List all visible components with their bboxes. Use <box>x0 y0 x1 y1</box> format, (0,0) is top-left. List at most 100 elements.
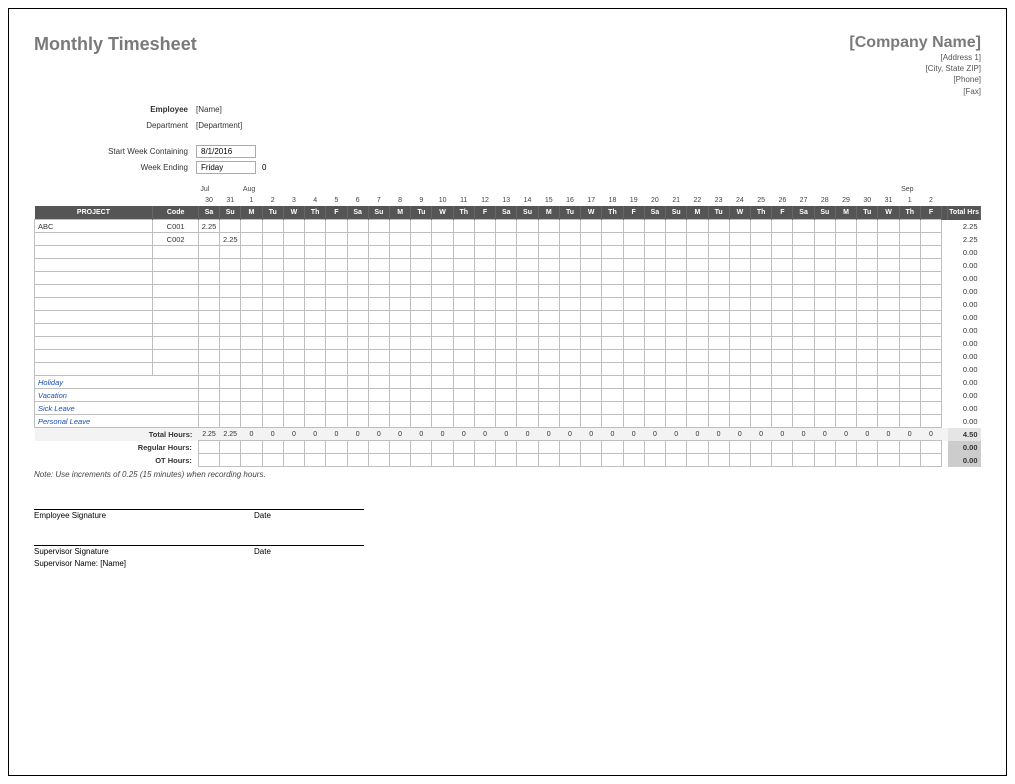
hours-cell[interactable] <box>326 220 347 233</box>
hours-cell[interactable] <box>390 246 411 259</box>
hours-cell[interactable] <box>517 376 538 389</box>
hours-cell[interactable] <box>920 350 941 363</box>
hours-cell[interactable] <box>644 389 665 402</box>
hours-cell[interactable] <box>708 363 729 376</box>
hours-cell[interactable] <box>814 350 835 363</box>
hours-cell[interactable] <box>708 389 729 402</box>
hours-cell[interactable] <box>920 246 941 259</box>
hours-cell[interactable] <box>793 220 814 233</box>
hours-cell[interactable] <box>878 363 899 376</box>
hours-cell[interactable] <box>793 389 814 402</box>
hours-cell[interactable] <box>899 220 920 233</box>
hours-cell[interactable] <box>666 402 687 415</box>
supervisor-signature-line[interactable]: Supervisor Signature Date <box>34 545 364 556</box>
hours-cell[interactable] <box>793 415 814 428</box>
hours-cell[interactable] <box>857 337 878 350</box>
ot-val[interactable] <box>368 454 389 467</box>
hours-cell[interactable] <box>347 337 368 350</box>
hours-cell[interactable] <box>666 337 687 350</box>
ot-val[interactable] <box>241 454 262 467</box>
hours-cell[interactable] <box>814 233 835 246</box>
hours-cell[interactable] <box>432 363 453 376</box>
hours-cell[interactable] <box>390 376 411 389</box>
hours-cell[interactable] <box>496 402 517 415</box>
hours-cell[interactable] <box>772 259 793 272</box>
ot-val[interactable] <box>538 454 559 467</box>
hours-cell[interactable] <box>644 363 665 376</box>
hours-cell[interactable] <box>411 324 432 337</box>
hours-cell[interactable] <box>623 285 644 298</box>
hours-cell[interactable] <box>432 298 453 311</box>
hours-cell[interactable] <box>283 402 304 415</box>
ot-val[interactable] <box>453 454 474 467</box>
hours-cell[interactable] <box>220 363 241 376</box>
ot-val[interactable] <box>899 454 920 467</box>
hours-cell[interactable] <box>517 337 538 350</box>
hours-cell[interactable] <box>453 285 474 298</box>
project-cell[interactable] <box>35 311 153 324</box>
hours-cell[interactable] <box>687 272 708 285</box>
hours-cell[interactable] <box>793 363 814 376</box>
hours-cell[interactable] <box>920 220 941 233</box>
hours-cell[interactable] <box>368 376 389 389</box>
hours-cell[interactable] <box>666 259 687 272</box>
hours-cell[interactable] <box>220 285 241 298</box>
hours-cell[interactable] <box>750 337 771 350</box>
hours-cell[interactable] <box>729 272 750 285</box>
hours-cell[interactable] <box>729 402 750 415</box>
hours-cell[interactable] <box>241 259 262 272</box>
hours-cell[interactable] <box>581 337 602 350</box>
hours-cell[interactable] <box>368 350 389 363</box>
start-week-input[interactable]: 8/1/2016 <box>196 145 256 158</box>
hours-cell[interactable] <box>262 337 283 350</box>
hours-cell[interactable] <box>878 220 899 233</box>
hours-cell[interactable] <box>878 272 899 285</box>
regular-val[interactable] <box>538 441 559 454</box>
hours-cell[interactable] <box>432 402 453 415</box>
hours-cell[interactable] <box>305 246 326 259</box>
hours-cell[interactable] <box>920 402 941 415</box>
hours-cell[interactable] <box>920 285 941 298</box>
code-cell[interactable]: C001 <box>153 220 199 233</box>
hours-cell[interactable] <box>198 311 219 324</box>
hours-cell[interactable] <box>517 233 538 246</box>
hours-cell[interactable]: 2.25 <box>198 220 219 233</box>
hours-cell[interactable] <box>453 350 474 363</box>
hours-cell[interactable] <box>198 363 219 376</box>
hours-cell[interactable] <box>920 259 941 272</box>
hours-cell[interactable] <box>899 337 920 350</box>
hours-cell[interactable] <box>878 298 899 311</box>
hours-cell[interactable] <box>920 233 941 246</box>
hours-cell[interactable] <box>559 220 580 233</box>
hours-cell[interactable] <box>390 415 411 428</box>
hours-cell[interactable] <box>559 389 580 402</box>
project-cell[interactable] <box>35 350 153 363</box>
hours-cell[interactable] <box>326 415 347 428</box>
hours-cell[interactable] <box>602 233 623 246</box>
leave-label[interactable]: Personal Leave <box>35 415 199 428</box>
hours-cell[interactable] <box>878 350 899 363</box>
hours-cell[interactable] <box>708 415 729 428</box>
hours-cell[interactable] <box>453 363 474 376</box>
hours-cell[interactable] <box>644 324 665 337</box>
hours-cell[interactable] <box>581 311 602 324</box>
hours-cell[interactable] <box>857 376 878 389</box>
hours-cell[interactable] <box>241 246 262 259</box>
hours-cell[interactable] <box>368 363 389 376</box>
hours-cell[interactable] <box>644 285 665 298</box>
hours-cell[interactable] <box>283 298 304 311</box>
hours-cell[interactable] <box>347 220 368 233</box>
hours-cell[interactable] <box>220 298 241 311</box>
hours-cell[interactable] <box>644 337 665 350</box>
hours-cell[interactable] <box>411 298 432 311</box>
hours-cell[interactable] <box>517 350 538 363</box>
hours-cell[interactable] <box>559 272 580 285</box>
hours-cell[interactable] <box>899 285 920 298</box>
hours-cell[interactable] <box>305 285 326 298</box>
hours-cell[interactable] <box>220 259 241 272</box>
hours-cell[interactable] <box>283 220 304 233</box>
hours-cell[interactable] <box>920 363 941 376</box>
hours-cell[interactable] <box>368 324 389 337</box>
hours-cell[interactable] <box>198 272 219 285</box>
hours-cell[interactable] <box>496 285 517 298</box>
